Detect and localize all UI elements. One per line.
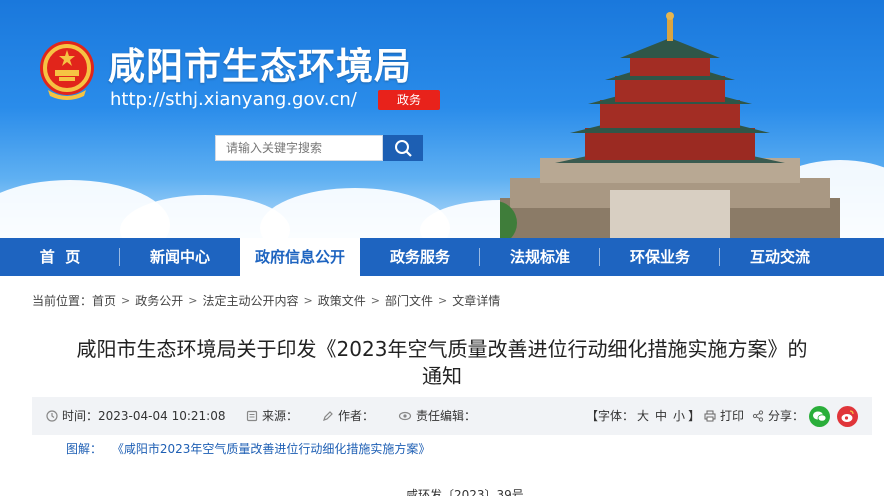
gov-badge[interactable]: 政务 [378, 90, 440, 110]
nav-item-label: 法规标准 [509, 248, 570, 266]
nav-item[interactable]: 环保业务 [600, 238, 720, 276]
source-icon [246, 410, 258, 422]
breadcrumb-item[interactable]: 政务公开 [135, 292, 183, 309]
search-input[interactable]: 请输入关键字搜索 [215, 135, 383, 161]
print-button[interactable]: 打印 [704, 397, 744, 435]
nav-item-label: 首 页 [39, 248, 81, 266]
attachment-link[interactable]: 《咸阳市2023年空气质量改善进位行动细化措施实施方案》 [112, 442, 431, 456]
weibo-icon [841, 410, 854, 422]
breadcrumb-item[interactable]: 法定主动公开内容 [202, 292, 298, 309]
font-label: 【字体： [586, 409, 635, 423]
nav-item[interactable]: 互动交流 [720, 238, 840, 276]
breadcrumb-separator: > [370, 294, 380, 307]
breadcrumb-item[interactable]: 文章详情 [452, 292, 500, 309]
breadcrumb-separator: > [437, 294, 448, 307]
breadcrumb: 当前位置： 首页 > 政务公开 > 法定主动公开内容 > 政策文件 > 部门文件 > 文章详情 [32, 292, 500, 309]
search-button[interactable] [383, 135, 423, 161]
font-size-control: 【字体： 大 中 小 】 [586, 397, 700, 435]
author-label: 作者： [338, 409, 375, 423]
article-title: 咸阳市生态环境局关于印发《2023年空气质量改善进位行动细化措施实施方案》的通知 [76, 337, 808, 388]
publish-time: 时间： 2023-04-04 10:21:08 [46, 397, 225, 435]
attachment-label: 图解： [66, 442, 103, 456]
site-title: 咸阳市生态环境局 [108, 45, 412, 88]
share-label: 分享： [768, 409, 805, 423]
site-url[interactable]: http://sthj.xianyang.gov.cn/ [110, 89, 357, 110]
printer-icon [704, 410, 716, 422]
main-nav: 首 页 新闻中心 政府信息公开 政务服务 法规标准 环保业务 互动交流 [0, 238, 884, 276]
breadcrumb-item[interactable]: 部门文件 [385, 292, 433, 309]
font-large-button[interactable]: 大 [637, 397, 649, 435]
author: 作者： [322, 397, 374, 435]
share-icon [752, 410, 764, 422]
nav-item[interactable]: 政府信息公开 [240, 238, 360, 276]
source-label: 来源： [262, 409, 299, 423]
article-meta-bar: 时间： 2023-04-04 10:21:08 来源： 作者： 责任编辑： 【字… [32, 397, 872, 435]
time-label: 时间： [62, 409, 99, 423]
time-value: 2023-04-04 10:21:08 [98, 409, 226, 423]
nav-item[interactable]: 新闻中心 [120, 238, 240, 276]
breadcrumb-item[interactable]: 首页 [92, 292, 116, 309]
attachment: 图解： 《咸阳市2023年空气质量改善进位行动细化措施实施方案》 [66, 440, 430, 457]
nav-item-label: 政府信息公开 [254, 248, 345, 266]
breadcrumb-separator: > [188, 294, 198, 307]
breadcrumb-item[interactable]: 政策文件 [318, 292, 366, 309]
weibo-share-button[interactable] [837, 406, 858, 427]
breadcrumb-separator: > [121, 294, 131, 307]
tower-illustration [500, 12, 840, 238]
print-label: 打印 [720, 409, 745, 423]
wechat-share-button[interactable] [809, 406, 830, 427]
nav-item-label: 环保业务 [629, 248, 690, 266]
search-icon [395, 140, 412, 157]
breadcrumb-prefix: 当前位置： [32, 294, 93, 308]
nav-item[interactable]: 首 页 [0, 238, 120, 276]
clock-icon [46, 410, 58, 422]
nav-item-label: 政务服务 [389, 248, 450, 266]
share: 分享： [752, 397, 804, 435]
nav-item-label: 新闻中心 [149, 248, 210, 266]
national-emblem-icon [40, 41, 94, 100]
font-small-button[interactable]: 小 [673, 397, 685, 435]
nav-item[interactable]: 政务服务 [360, 238, 480, 276]
document-number: 咸环发〔2023〕39号 [406, 488, 524, 496]
nav-item-label: 互动交流 [749, 248, 810, 266]
font-close: 】 [688, 409, 701, 423]
nav-item[interactable]: 法规标准 [480, 238, 600, 276]
font-medium-button[interactable]: 中 [655, 397, 667, 435]
editor-label: 责任编辑： [416, 409, 477, 423]
breadcrumb-separator: > [303, 294, 313, 307]
eye-icon [398, 411, 412, 421]
wechat-icon [813, 411, 827, 422]
source: 来源： [246, 397, 298, 435]
editor: 责任编辑： [398, 397, 476, 435]
pen-icon [323, 411, 333, 421]
header-banner: 咸阳市生态环境局 http://sthj.xianyang.gov.cn/ 政务… [0, 0, 884, 238]
